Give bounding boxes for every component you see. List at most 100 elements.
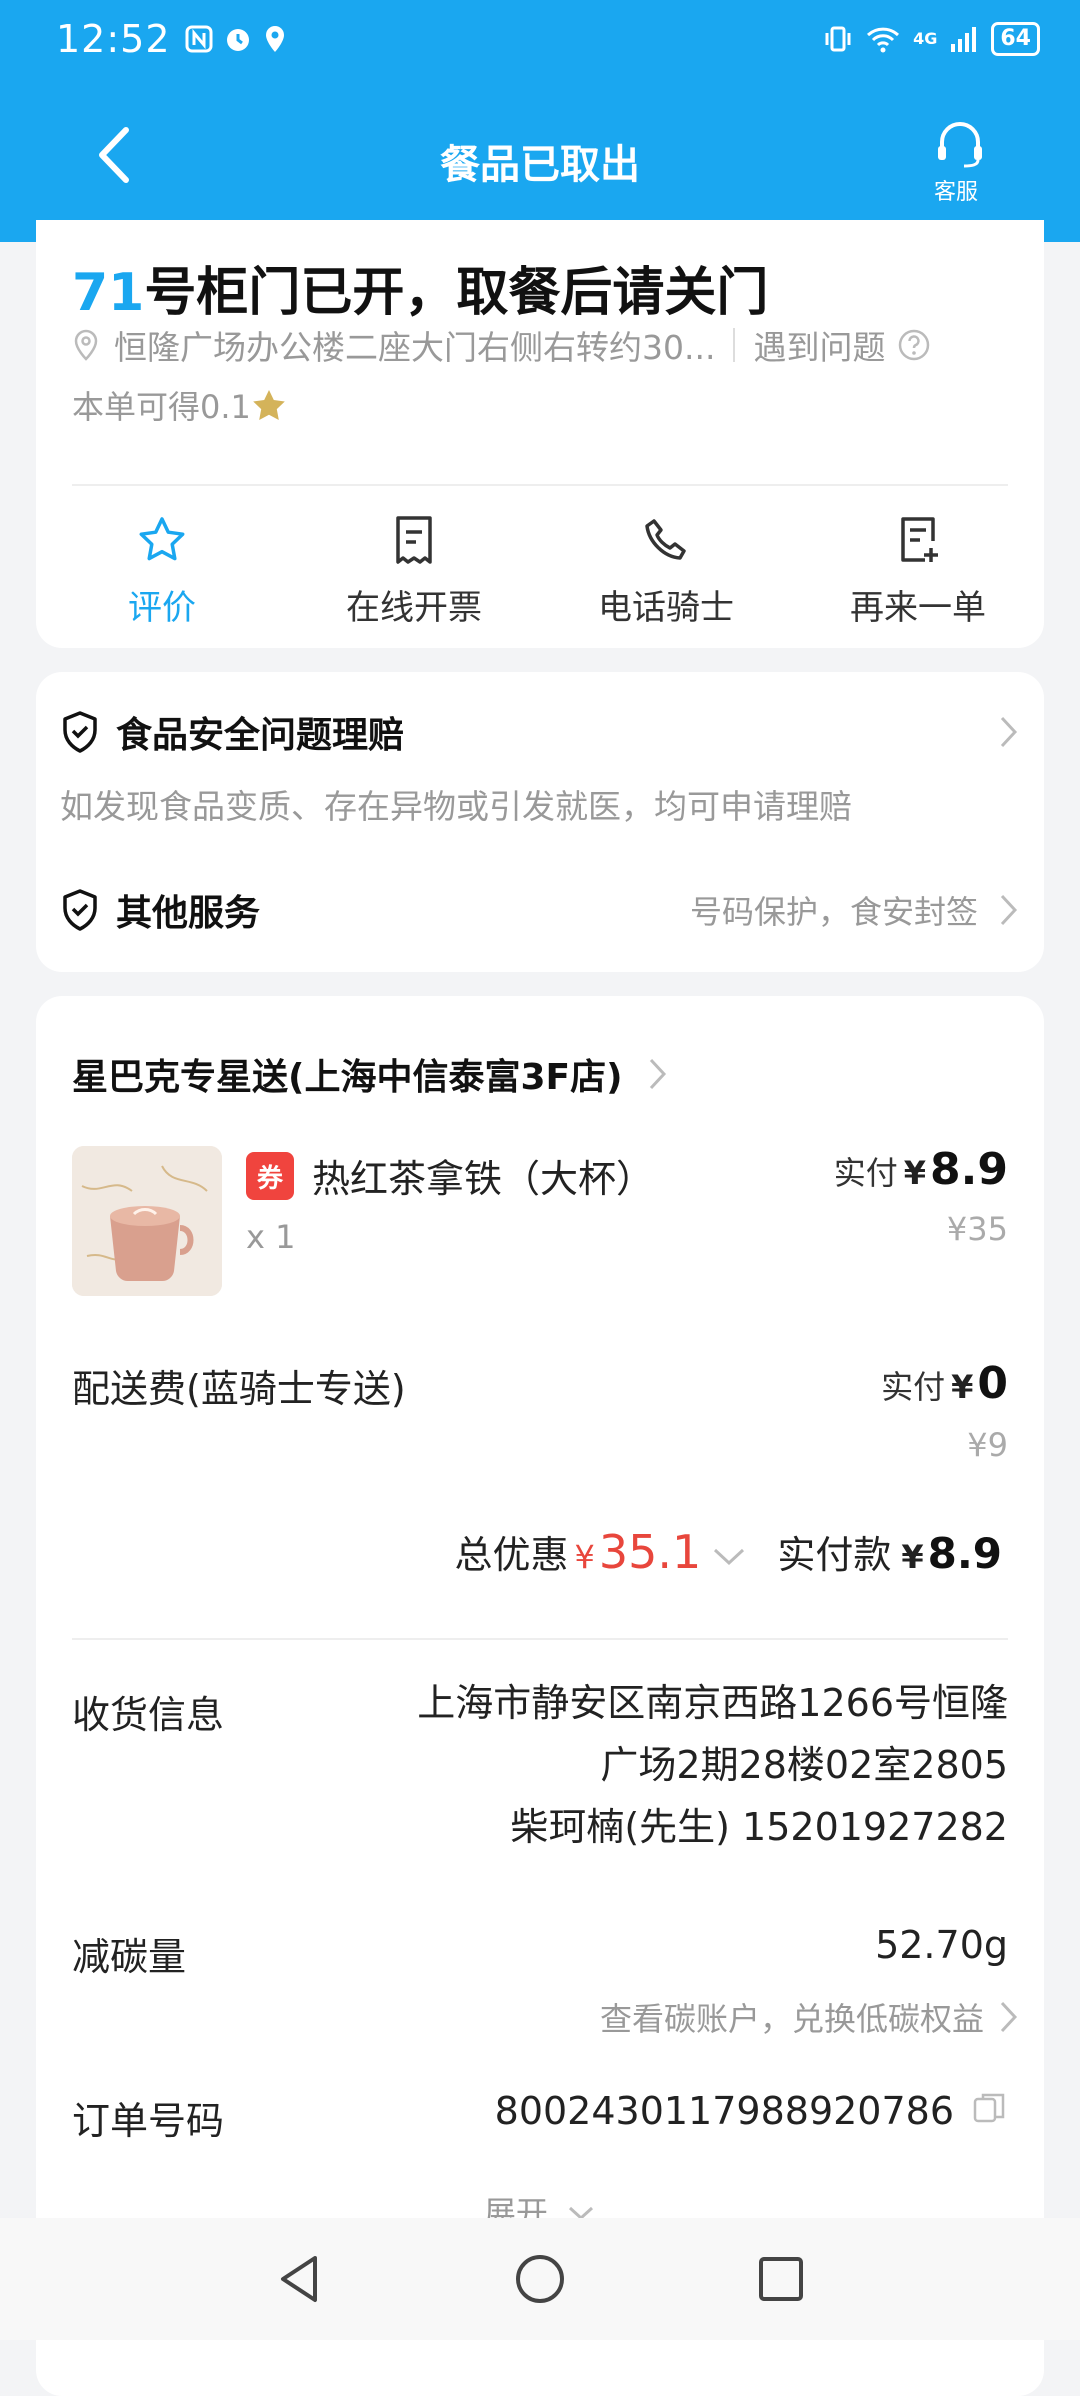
- carbon-account-link[interactable]: 查看碳账户，兑换低碳权益: [600, 1994, 1020, 2040]
- wifi-icon: [867, 27, 900, 53]
- receipt-icon: [396, 516, 432, 564]
- call-rider-button[interactable]: 电话骑士: [540, 510, 792, 629]
- carbon-link-text: 查看碳账户，兑换低碳权益: [599, 2000, 984, 2038]
- divider: [72, 1638, 1008, 1640]
- points-text: 本单可得0.1: [72, 388, 251, 426]
- food-safety-desc: 如发现食品变质、存在异物或引发就医，均可申请理赔: [60, 787, 852, 826]
- separator: [733, 328, 736, 362]
- total-value: 8.9: [927, 1529, 1002, 1578]
- services-card: 食品安全问题理赔 如发现食品变质、存在异物或引发就医，均可申请理赔 其他服务 号…: [36, 672, 1044, 972]
- carbon-value: 52.70g: [875, 1923, 1008, 1967]
- recents-square-icon[interactable]: [757, 2255, 805, 2303]
- product-paid-value: 8.9: [930, 1144, 1008, 1195]
- receiver-info: 上海市静安区南京西路1266号恒隆 广场2期28楼02室2805 柴珂楠(先生)…: [417, 1672, 1008, 1858]
- delivery-original-price: ¥9: [967, 1426, 1008, 1464]
- rate-button[interactable]: 评价: [36, 510, 288, 629]
- locker-status: 71号柜门已开，取餐后请关门: [72, 250, 768, 325]
- discount-currency: ¥: [574, 1538, 595, 1576]
- problem-link[interactable]: 遇到问题: [753, 321, 885, 369]
- total-currency: ¥: [901, 1538, 924, 1576]
- shop-link[interactable]: 星巴克专星送(上海中信泰富3F店): [72, 1048, 669, 1100]
- headset-icon: [938, 122, 982, 168]
- currency-symbol: ¥: [951, 1368, 974, 1406]
- copy-icon[interactable]: [972, 2090, 1008, 2126]
- vibrate-icon: [825, 26, 851, 52]
- rate-label: 评价: [128, 588, 196, 628]
- status-time: 12:52: [56, 17, 171, 61]
- receiver-address-line2: 广场2期28楼02室2805: [600, 1743, 1008, 1787]
- other-services-row[interactable]: 其他服务 号码保护，食安封签: [60, 884, 1020, 936]
- coupon-badge: 券: [246, 1152, 294, 1200]
- shield-check-icon: [63, 711, 97, 753]
- shield-check-icon: [63, 889, 97, 931]
- paid-label: 实付: [833, 1154, 898, 1192]
- chevron-right-icon: [1000, 716, 1018, 748]
- location-pin-icon: [74, 329, 98, 361]
- paid-label: 实付: [881, 1368, 946, 1406]
- invoice-label: 在线开票: [346, 588, 482, 628]
- star-icon: [139, 517, 185, 561]
- divider: [72, 484, 1008, 486]
- status-icons: [185, 24, 287, 54]
- star-filled-icon: [253, 390, 285, 420]
- food-safety-row[interactable]: 食品安全问题理赔: [60, 706, 1020, 758]
- chevron-right-icon: [649, 1058, 666, 1090]
- delivery-fee-label: 配送费(蓝骑士专送): [72, 1367, 406, 1411]
- shop-name: 星巴克专星送(上海中信泰富3F店): [72, 1057, 623, 1098]
- system-nav-bar: [0, 2218, 1080, 2340]
- points-info: 本单可得0.1: [72, 382, 287, 428]
- back-triangle-icon[interactable]: [275, 2252, 323, 2306]
- other-services-title: 其他服务: [116, 893, 261, 934]
- reorder-button[interactable]: 再来一单: [792, 510, 1044, 629]
- invoice-button[interactable]: 在线开票: [288, 510, 540, 629]
- quick-actions: 评价 在线开票 电话骑士 再来一单: [36, 510, 1044, 629]
- customer-service-button[interactable]: 客服: [930, 122, 990, 206]
- question-icon[interactable]: [897, 328, 931, 362]
- pickup-card: 71号柜门已开，取餐后请关门 恒隆广场办公楼二座大门右侧右转约30... 遇到问…: [36, 220, 1044, 648]
- receiver-address-line1: 上海市静安区南京西路1266号恒隆: [417, 1681, 1008, 1725]
- discount-label: 总优惠: [454, 1533, 569, 1577]
- customer-service-label: 客服: [933, 180, 978, 205]
- currency-symbol: ¥: [903, 1154, 927, 1192]
- home-circle-icon[interactable]: [513, 2252, 567, 2306]
- product-image[interactable]: [72, 1146, 222, 1296]
- food-safety-title: 食品安全问题理赔: [116, 715, 405, 756]
- product-paid: 实付 ¥8.9: [834, 1144, 1008, 1195]
- other-services-desc: 号码保护，食安封签: [689, 893, 978, 931]
- battery-indicator: 64: [991, 22, 1040, 56]
- chevron-down-icon[interactable]: [711, 1546, 747, 1568]
- status-bar: 12:52 4G 64: [56, 14, 1040, 64]
- signal-icon: [951, 27, 977, 52]
- order-number-label: 订单号码: [72, 2099, 225, 2143]
- delivery-paid: 实付 ¥0: [881, 1358, 1008, 1409]
- status-right: 4G 64: [823, 22, 1040, 56]
- product-original-price: ¥35: [946, 1210, 1008, 1248]
- reorder-icon: [901, 517, 938, 562]
- order-card: 星巴克专星送(上海中信泰富3F店) 券 热红茶拿铁（大杯） x 1 实付 ¥8.9…: [36, 996, 1044, 2396]
- discount-value: 35.1: [598, 1525, 702, 1579]
- chevron-right-icon: [1000, 2001, 1018, 2033]
- pickup-address-row: 恒隆广场办公楼二座大门右侧右转约30... 遇到问题: [72, 320, 1008, 370]
- network-type: 4G: [913, 29, 938, 48]
- header: 餐品已取出 客服: [0, 100, 1080, 220]
- alarm-icon: [226, 29, 249, 51]
- receiver-contact: 柴珂楠(先生) 15201927282: [510, 1805, 1008, 1849]
- total-label: 实付款: [777, 1533, 892, 1577]
- order-number: 8002430117988920786: [494, 2089, 954, 2133]
- pickup-address: 恒隆广场办公楼二座大门右侧右转约30...: [114, 328, 716, 367]
- receiver-label: 收货信息: [72, 1693, 225, 1737]
- chevron-right-icon: [1000, 894, 1018, 926]
- page-title: 餐品已取出: [440, 142, 640, 188]
- call-rider-label: 电话骑士: [598, 588, 734, 628]
- reorder-label: 再来一单: [850, 588, 986, 628]
- latte-image-icon: [72, 1146, 222, 1296]
- phone-icon: [645, 519, 686, 560]
- carbon-label: 减碳量: [72, 1935, 187, 1979]
- nfc-icon: [185, 25, 213, 53]
- location-icon: [265, 26, 284, 52]
- product-quantity: x 1: [246, 1218, 296, 1256]
- totals-row: 总优惠 ¥ 35.1 实付款 ¥ 8.9: [455, 1524, 1002, 1579]
- locker-message: 号柜门已开，取餐后请关门: [144, 263, 769, 323]
- delivery-paid-value: 0: [977, 1358, 1008, 1409]
- locker-number: 71: [72, 263, 145, 323]
